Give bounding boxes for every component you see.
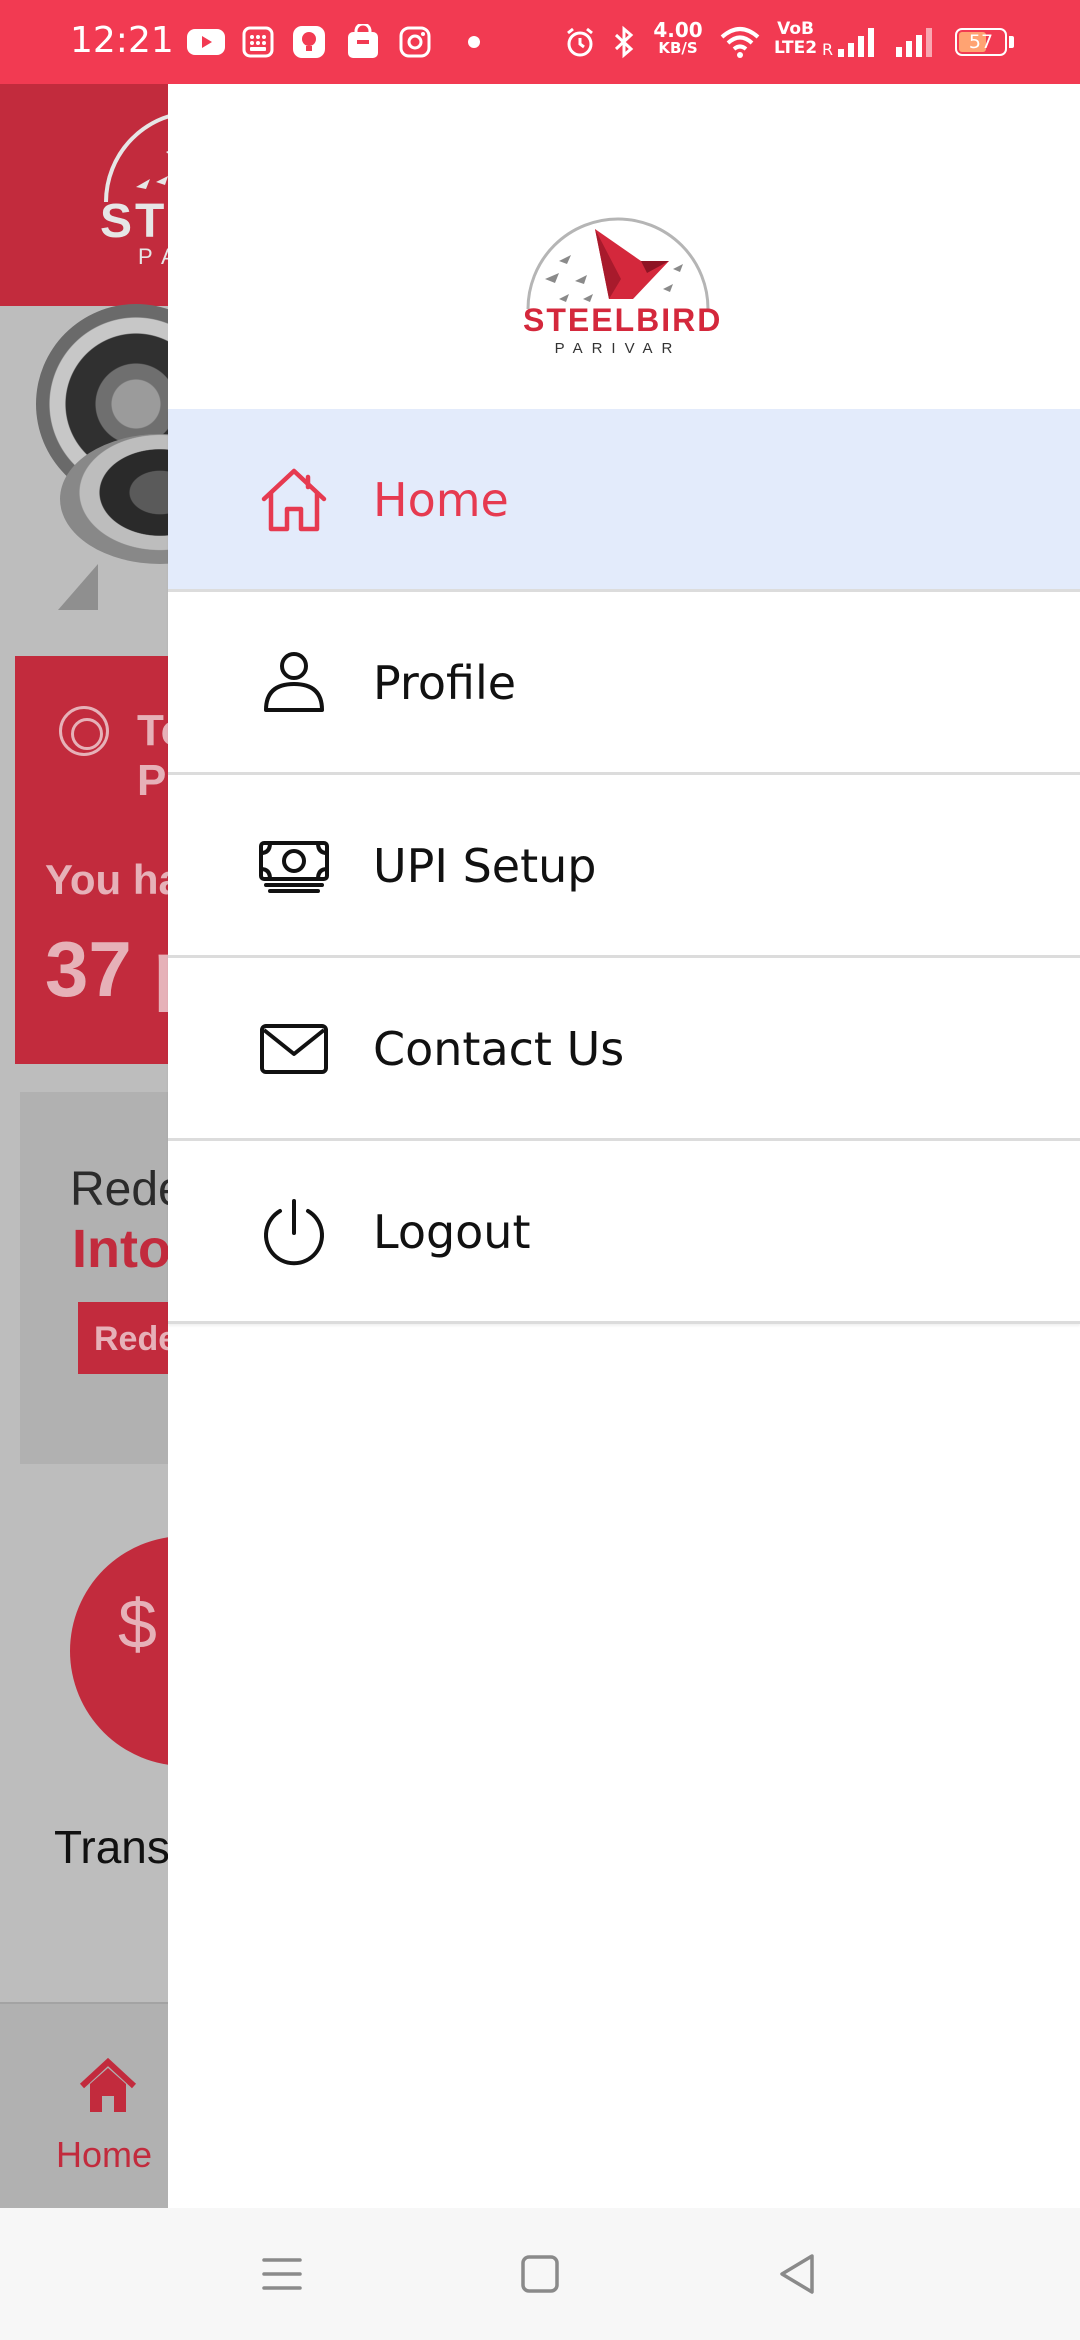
menu-label-profile: Profile xyxy=(373,656,517,710)
menu-item-home[interactable]: Home xyxy=(168,409,1080,592)
back-icon[interactable] xyxy=(772,2248,824,2300)
signal-sim2-icon xyxy=(894,24,940,60)
battery-icon: 57 xyxy=(955,28,1007,56)
dollar-exchange-icon: $ xyxy=(118,1585,157,1663)
battery-tip xyxy=(1009,36,1014,48)
menu-label-home: Home xyxy=(373,473,509,527)
wifi-icon xyxy=(718,24,762,60)
battery-level: 57 xyxy=(968,31,994,53)
menu-item-upi-setup[interactable]: UPI Setup xyxy=(168,775,1080,958)
signal-sim1-icon: R xyxy=(822,24,882,60)
bulb-app-icon xyxy=(290,24,328,60)
bg-home-nav-label: Home xyxy=(56,2134,153,2175)
network-speed-value: 4.00 xyxy=(653,18,703,42)
recent-apps-menu-icon[interactable] xyxy=(256,2248,308,2300)
status-time: 12:21 xyxy=(70,20,174,61)
menu-item-logout[interactable]: Logout xyxy=(168,1141,1080,1324)
bearing-shadow xyxy=(58,564,98,610)
shopping-bag-icon xyxy=(344,24,382,60)
youtube-icon xyxy=(186,24,226,60)
alarm-icon xyxy=(562,24,598,60)
menu-label-upi-setup: UPI Setup xyxy=(373,839,597,893)
drawer-logo-text: STEELBIRD xyxy=(523,302,723,338)
calculator-icon xyxy=(240,24,276,60)
drawer-menu: Home Profile UPI Setup Contact Us Logout xyxy=(168,409,1080,1324)
home-icon xyxy=(261,468,327,532)
network-speed: 4.00 KB/S xyxy=(652,20,704,56)
redeem-subtitle: Into xyxy=(72,1219,171,1279)
volte-indicator: VoB LTE2 xyxy=(774,19,818,58)
menu-label-contact-us: Contact Us xyxy=(373,1022,625,1076)
menu-item-contact-us[interactable]: Contact Us xyxy=(168,958,1080,1141)
menu-label-logout: Logout xyxy=(373,1205,531,1259)
sim-label: R xyxy=(822,40,833,59)
system-navigation-bar xyxy=(0,2208,1080,2340)
menu-item-profile[interactable]: Profile xyxy=(168,592,1080,775)
navigation-drawer: STEELBIRD PARIVAR Home Profile UPI Setup… xyxy=(168,84,1080,2208)
drawer-logo-sub: PARIVAR xyxy=(554,340,682,357)
user-icon xyxy=(264,652,324,712)
status-bar: 12:21 4.00 KB/S VoB LTE2 R 57 xyxy=(0,0,1080,84)
home-square-icon[interactable] xyxy=(514,2248,566,2300)
instagram-icon xyxy=(396,24,434,60)
power-icon xyxy=(264,1199,324,1266)
coin-icon xyxy=(59,706,109,756)
money-icon xyxy=(259,841,329,893)
mail-icon xyxy=(260,1024,328,1074)
bluetooth-icon xyxy=(610,24,638,60)
bg-home-nav-icon xyxy=(79,2057,137,2112)
more-notifications-dot-icon xyxy=(464,24,484,60)
network-speed-unit: KB/S xyxy=(658,39,698,57)
